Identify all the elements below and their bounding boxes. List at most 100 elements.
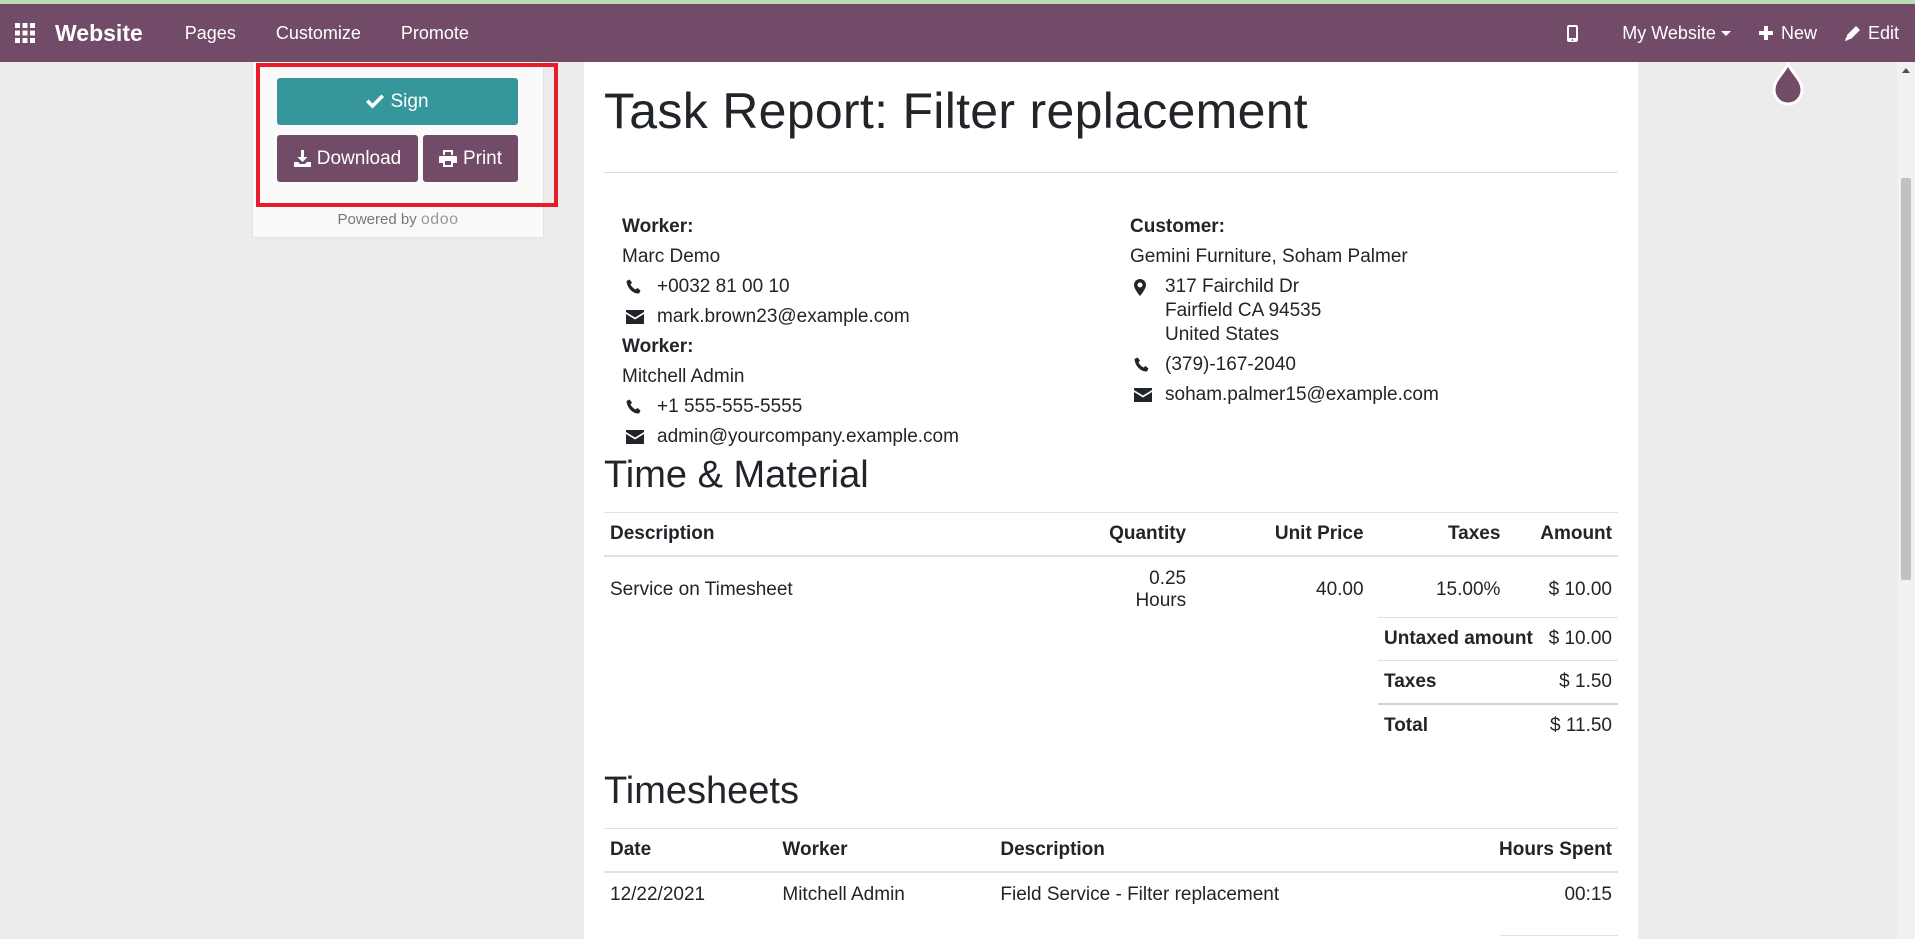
website-selector[interactable]: My Website (1608, 4, 1745, 62)
plus-icon (1758, 26, 1773, 40)
address-line: United States (1165, 324, 1280, 345)
phone-icon (626, 279, 641, 294)
worker-email: admin@yourcompany.example.com (657, 426, 959, 447)
mobile-icon (1567, 24, 1579, 42)
timesheets-table: Date Worker Description Hours Spent 12/2… (604, 828, 1618, 917)
col-taxes: Taxes (1369, 512, 1507, 557)
download-icon (293, 150, 311, 167)
scrollbar-thumb[interactable] (1901, 178, 1911, 580)
sign-button-label: Sign (390, 90, 429, 112)
worker-name: Marc Demo (622, 246, 721, 267)
download-button-label: Download (316, 147, 402, 169)
map-marker-icon (1134, 278, 1146, 296)
worker-phone: +0032 81 00 10 (657, 276, 790, 297)
menu-customize[interactable]: Customize (256, 4, 381, 62)
edit-button-label: Edit (1867, 22, 1899, 43)
total-hours-divider (1500, 935, 1618, 936)
apps-menu-button[interactable] (0, 4, 50, 62)
customer-label: Customer: (1130, 216, 1226, 237)
page-scrollbar[interactable] (1897, 62, 1915, 939)
pencil-icon (1844, 25, 1860, 41)
cell-description: Service on Timesheet (610, 579, 793, 600)
totals-row: Total $ 11.50 (1378, 703, 1618, 747)
new-button[interactable]: New (1745, 4, 1831, 62)
app-brand[interactable]: Website (55, 20, 143, 47)
cell-amount: $ 10.00 (1548, 579, 1612, 600)
table-row: Service on Timesheet 0.25 Hours 40.00 15… (604, 556, 1618, 623)
customer-address: 317 Fairchild Dr Fairfield CA 94535 Unit… (1165, 272, 1321, 350)
taxes-value: $ 1.50 (1541, 660, 1618, 704)
envelope-icon (626, 310, 644, 324)
odoo-logo[interactable]: odoo (421, 211, 459, 228)
worker-name: Mitchell Admin (622, 366, 745, 387)
worker-label: Worker: (622, 216, 694, 237)
sign-button[interactable]: Sign (277, 78, 518, 125)
cell-taxes: 15.00% (1435, 579, 1501, 600)
print-button-label: Print (462, 147, 503, 169)
col-date: Date (604, 828, 777, 873)
timesheets-title: Timesheets (604, 770, 799, 812)
edit-button[interactable]: Edit (1831, 4, 1915, 62)
task-report-document: Task Report: Filter replacement Worker: … (584, 62, 1638, 939)
envelope-icon (626, 430, 644, 444)
cell-quantity: 0.25 Hours (1135, 568, 1187, 611)
phone-icon (626, 399, 641, 414)
worker-phone-line: +0032 81 00 10 (622, 272, 1102, 302)
total-value: $ 11.50 (1541, 703, 1618, 747)
col-amount: Amount (1506, 512, 1618, 557)
customer-phone: (379)-167-2040 (1165, 354, 1296, 375)
powered-by: Powered by odoo (253, 211, 543, 229)
print-button[interactable]: Print (423, 135, 518, 182)
address-line: Fairfield CA 94535 (1165, 300, 1322, 321)
drop-indicator-icon (1772, 62, 1804, 106)
col-hours-spent: Hours Spent (1450, 828, 1618, 873)
mobile-preview-button[interactable] (1553, 4, 1608, 62)
title-divider (604, 172, 1618, 173)
cell-unit-price: 40.00 (1316, 579, 1364, 600)
menu-promote[interactable]: Promote (381, 4, 489, 62)
check-icon (366, 94, 385, 109)
customer-email-line: soham.palmer15@example.com (1130, 380, 1610, 410)
scroll-up-icon[interactable] (1902, 68, 1910, 73)
table-header-row: Description Quantity Unit Price Taxes Am… (604, 512, 1618, 557)
totals-table: Untaxed amount $ 10.00 Taxes $ 1.50 Tota… (1378, 617, 1618, 747)
totals-row: Untaxed amount $ 10.00 (1378, 617, 1618, 661)
customer-email: soham.palmer15@example.com (1165, 384, 1439, 405)
website-navbar: Website Pages Customize Promote My Websi… (0, 4, 1915, 62)
untaxed-value: $ 10.00 (1541, 617, 1618, 661)
totals-row: Taxes $ 1.50 (1378, 660, 1618, 704)
col-worker: Worker (776, 828, 995, 873)
worker-label: Worker: (622, 336, 694, 357)
table-header-row: Date Worker Description Hours Spent (604, 828, 1618, 873)
signature-actions-card: Sign Download Print Powered by odoo (252, 62, 544, 238)
menu-pages[interactable]: Pages (165, 4, 256, 62)
new-button-label: New (1780, 22, 1817, 43)
cell-hours: 00:15 (1564, 884, 1612, 905)
worker-phone-line: +1 555-555-5555 (622, 392, 1102, 422)
col-description: Description (604, 512, 1091, 557)
website-selector-label: My Website (1622, 22, 1716, 43)
worker-phone: +1 555-555-5555 (657, 396, 803, 417)
customer-column: Customer: Gemini Furniture, Soham Palmer… (1130, 212, 1610, 410)
download-button[interactable]: Download (277, 135, 418, 182)
customer-address-line: 317 Fairchild Dr Fairfield CA 94535 Unit… (1130, 272, 1610, 350)
col-quantity: Quantity (1090, 512, 1193, 557)
worker-email-line: mark.brown23@example.com (622, 302, 1102, 332)
taxes-label: Taxes (1378, 660, 1542, 704)
customer-phone-line: (379)-167-2040 (1130, 350, 1610, 380)
worker-email: mark.brown23@example.com (657, 306, 910, 327)
navbar-right: My Website New Edit (1553, 4, 1915, 62)
untaxed-label: Untaxed amount (1378, 617, 1542, 661)
time-material-table: Description Quantity Unit Price Taxes Am… (604, 512, 1618, 623)
col-description: Description (994, 828, 1451, 873)
powered-by-text: Powered by (337, 211, 417, 228)
cell-date: 12/22/2021 (610, 884, 706, 905)
address-line: 317 Fairchild Dr (1165, 276, 1300, 297)
time-material-title: Time & Material (604, 454, 869, 496)
grid-icon (15, 23, 35, 43)
caret-down-icon (1720, 30, 1731, 36)
cell-description: Field Service - Filter replacement (1000, 884, 1280, 905)
workers-column: Worker: Marc Demo +0032 81 00 10 mark.br… (622, 212, 1102, 452)
printer-icon (438, 150, 457, 167)
cell-worker: Mitchell Admin (782, 884, 905, 905)
